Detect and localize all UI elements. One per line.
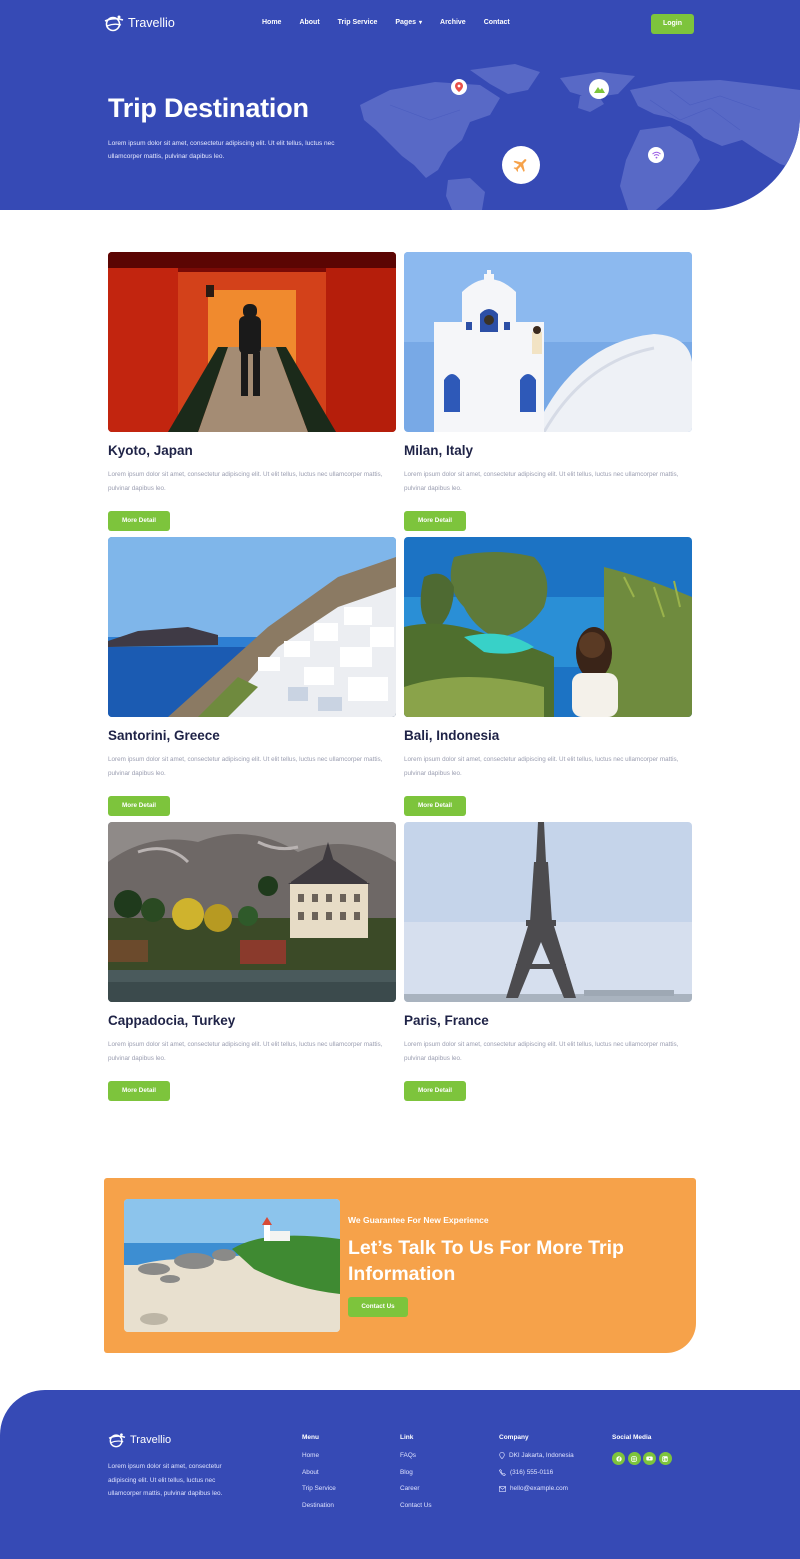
contact-us-button[interactable]: Contact Us <box>348 1297 408 1317</box>
destination-card-cappadocia: Cappadocia, Turkey Lorem ipsum dolor sit… <box>108 822 396 1101</box>
nav-item-contact[interactable]: Contact <box>484 19 510 26</box>
destination-name: Bali, Indonesia <box>404 728 500 743</box>
cta-title: Let’s Talk To Us For More Trip Informati… <box>348 1237 624 1285</box>
destination-description: Lorem ipsum dolor sit amet, consectetur … <box>108 471 383 492</box>
more-detail-button[interactable]: More Detail <box>404 511 466 531</box>
nav-item-archive[interactable]: Archive <box>440 19 466 26</box>
nav-item-pages[interactable]: Pages ▾ <box>395 19 422 26</box>
paris-eiffel-tower-image <box>404 822 692 1002</box>
footer-link-faqs[interactable]: FAQs <box>400 1452 432 1459</box>
company-phone[interactable]: (316) 555-0116 <box>499 1469 574 1476</box>
footer-link-career[interactable]: Career <box>400 1485 432 1492</box>
nav-item-trip-service[interactable]: Trip Service <box>338 19 378 26</box>
destination-card-milan: Milan, Italy Lorem ipsum dolor sit amet,… <box>404 252 692 531</box>
footer-link-contact-us[interactable]: Contact Us <box>400 1502 432 1509</box>
map-pin-icon <box>455 82 463 92</box>
footer-brand-logo[interactable]: Travellio <box>108 1432 171 1448</box>
company-address-text: DKI Jakarta, Indonesia <box>509 1452 574 1459</box>
footer-company-column: Company DKI Jakarta, Indonesia (316) 555… <box>499 1434 574 1502</box>
footer-description: Lorem ipsum dolor sit amet, consectetur … <box>108 1463 223 1497</box>
youtube-icon[interactable] <box>643 1452 656 1465</box>
footer-link-trip-service[interactable]: Trip Service <box>302 1485 336 1492</box>
footer-company-heading: Company <box>499 1434 529 1441</box>
footer-link-heading: Link <box>400 1434 414 1441</box>
globe-logo-icon <box>104 15 124 32</box>
top-navbar: Travellio Home About Trip Service Pages ▾… <box>0 0 800 50</box>
nav-item-pages-label: Pages <box>395 19 416 26</box>
instagram-icon[interactable] <box>627 1452 641 1465</box>
airplane-icon <box>513 159 527 172</box>
social-icons <box>612 1452 674 1465</box>
footer-social-heading: Social Media <box>612 1434 652 1441</box>
bali-cliff-image <box>404 537 692 717</box>
destination-description: Lorem ipsum dolor sit amet, consectetur … <box>108 756 383 777</box>
world-map-illustration <box>360 64 800 210</box>
more-detail-button[interactable]: More Detail <box>108 511 170 531</box>
hero-section: Travellio Home About Trip Service Pages ▾… <box>0 0 800 210</box>
destination-name: Milan, Italy <box>404 443 474 458</box>
destination-name: Paris, France <box>404 1013 489 1028</box>
login-button[interactable]: Login <box>651 14 694 34</box>
kyoto-torii-image <box>108 252 396 432</box>
more-detail-button[interactable]: More Detail <box>404 1081 466 1101</box>
wifi-icon <box>651 151 661 159</box>
destination-card-kyoto: Kyoto, Japan Lorem ipsum dolor sit amet,… <box>108 252 396 531</box>
contact-cta-banner: We Guarantee For New Experience Let’s Ta… <box>104 1178 696 1353</box>
company-email[interactable]: hello@example.com <box>499 1485 574 1492</box>
destination-card-santorini: Santorini, Greece Lorem ipsum dolor sit … <box>108 537 396 816</box>
map-pin-icon <box>499 1452 505 1459</box>
footer-link-about[interactable]: About <box>302 1469 336 1476</box>
footer-menu-column: Menu Home About Trip Service Destination <box>302 1434 336 1518</box>
footer-social-column: Social Media <box>612 1434 674 1465</box>
destination-card-paris: Paris, France Lorem ipsum dolor sit amet… <box>404 822 692 1101</box>
wifi-marker <box>648 147 664 163</box>
destination-card-bali: Bali, Indonesia Lorem ipsum dolor sit am… <box>404 537 692 816</box>
nav-item-home[interactable]: Home <box>262 19 281 26</box>
milan-bell-tower-image <box>404 252 692 432</box>
footer-brand-name: Travellio <box>130 1434 172 1446</box>
chevron-down-icon: ▾ <box>419 20 423 26</box>
site-footer: Travellio Lorem ipsum dolor sit amet, co… <box>0 1390 800 1559</box>
footer-menu-heading: Menu <box>302 1434 319 1441</box>
footer-link-destination[interactable]: Destination <box>302 1502 336 1509</box>
cappadocia-lakeside-image <box>108 822 396 1002</box>
brand-logo[interactable]: Travellio <box>104 14 175 32</box>
phone-icon <box>499 1468 506 1476</box>
beach-lighthouse-image <box>124 1199 340 1332</box>
location-pin-marker <box>451 79 467 95</box>
footer-link-home[interactable]: Home <box>302 1452 336 1459</box>
more-detail-button[interactable]: More Detail <box>404 796 466 816</box>
company-address: DKI Jakarta, Indonesia <box>499 1452 574 1459</box>
linkedin-icon[interactable] <box>658 1452 672 1465</box>
hero-description: Lorem ipsum dolor sit amet, consectetur … <box>108 140 335 160</box>
company-phone-text: (316) 555-0116 <box>510 1468 554 1476</box>
page-title: Trip Destination <box>108 93 309 123</box>
destination-name: Kyoto, Japan <box>108 443 193 458</box>
mountain-icon <box>593 87 605 93</box>
more-detail-button[interactable]: More Detail <box>108 1081 170 1101</box>
destination-name: Santorini, Greece <box>108 728 220 743</box>
globe-logo-icon <box>108 1433 126 1448</box>
destination-description: Lorem ipsum dolor sit amet, consectetur … <box>404 1041 679 1062</box>
destination-description: Lorem ipsum dolor sit amet, consectetur … <box>108 1041 383 1062</box>
footer-link-blog[interactable]: Blog <box>400 1469 432 1476</box>
more-detail-button[interactable]: More Detail <box>108 796 170 816</box>
airplane-marker <box>502 146 540 184</box>
destination-name: Cappadocia, Turkey <box>108 1013 236 1028</box>
nav-item-about[interactable]: About <box>299 19 319 26</box>
cta-subtitle: We Guarantee For New Experience <box>348 1215 489 1225</box>
main-menu: Home About Trip Service Pages ▾ Archive C… <box>262 19 528 26</box>
facebook-icon[interactable] <box>612 1452 625 1465</box>
santorini-village-image <box>108 537 396 717</box>
footer-link-column: Link FAQs Blog Career Contact Us <box>400 1434 432 1518</box>
destination-description: Lorem ipsum dolor sit amet, consectetur … <box>404 756 679 777</box>
destination-description: Lorem ipsum dolor sit amet, consectetur … <box>404 471 679 492</box>
company-email-text: hello@example.com <box>510 1485 568 1493</box>
mountain-marker <box>589 79 609 99</box>
brand-name: Travellio <box>128 16 175 30</box>
mail-icon <box>499 1485 506 1492</box>
